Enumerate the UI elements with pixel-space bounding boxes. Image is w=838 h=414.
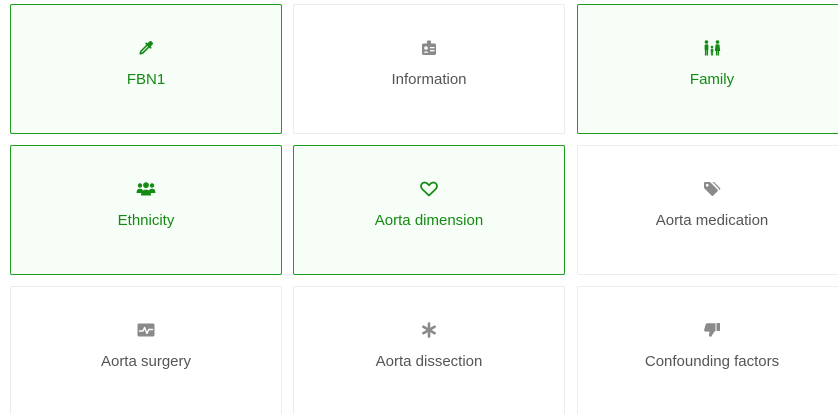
card-aorta-surgery[interactable]: Aorta surgery (10, 286, 282, 414)
card-aorta-medication[interactable]: Aorta medication (577, 145, 838, 275)
card-label: Aorta medication (655, 212, 769, 229)
thumbs-down-icon (701, 320, 723, 340)
card-label: Confounding factors (644, 353, 780, 370)
family-icon (701, 38, 723, 58)
card-label: Aorta surgery (100, 353, 192, 370)
eyedropper-icon (135, 38, 157, 58)
heart-outline-icon (418, 179, 440, 199)
card-confounding-factors[interactable]: Confounding factors (577, 286, 838, 414)
id-badge-icon (418, 38, 440, 58)
card-label: Aorta dimension (374, 212, 484, 229)
card-fbn1[interactable]: FBN1 (10, 4, 282, 134)
category-grid: FBN1 Information Family Ethnicity Aorta … (0, 0, 838, 414)
card-label: FBN1 (126, 71, 166, 88)
card-label: Aorta dissection (375, 353, 483, 370)
asterisk-icon (418, 320, 440, 340)
card-label: Information (391, 71, 467, 88)
card-label: Ethnicity (117, 212, 175, 229)
card-label: Family (689, 71, 735, 88)
tag-icon (701, 179, 723, 199)
users-group-icon (135, 179, 157, 199)
card-ethnicity[interactable]: Ethnicity (10, 145, 282, 275)
card-information[interactable]: Information (293, 4, 565, 134)
card-family[interactable]: Family (577, 4, 838, 134)
card-aorta-dissection[interactable]: Aorta dissection (293, 286, 565, 414)
card-aorta-dimension[interactable]: Aorta dimension (293, 145, 565, 275)
heartbeat-monitor-icon (135, 320, 157, 340)
